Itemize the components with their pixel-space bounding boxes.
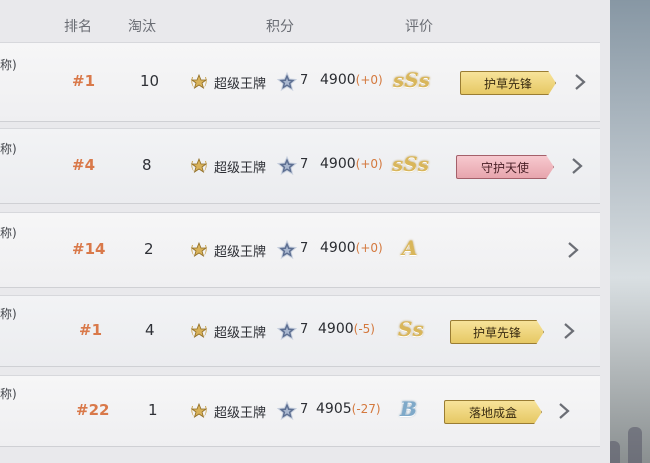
kills-value: 8 [142,156,152,174]
silver-star-icon [276,239,298,261]
title-badge: 守护天使 [456,155,554,179]
gold-laurel-emblem-icon [188,400,210,422]
header-rank: 排名 [64,19,92,35]
score-delta: (-5) [353,322,375,336]
gold-laurel-emblem-icon [188,71,210,93]
grade-rating: A [402,236,418,260]
kills-value: 2 [144,240,154,258]
header-rating: 评价 [405,19,433,35]
score-value: 4900(-5) [318,321,375,337]
result-row[interactable]: 称) #4 8 超级王牌 7 4900(+0) sSs 守护天使 [0,128,600,204]
tier-name: 超级王牌 [214,245,267,260]
grade-rating: sSs [393,68,430,92]
silver-star-icon [276,71,298,93]
score-value: 4905(-27) [316,401,381,417]
kills-value: 10 [140,72,160,90]
title-badge: 落地成盒 [444,400,542,424]
result-row[interactable]: 称) #1 4 超级王牌 7 4900(-5) Ss 护草先锋 [0,295,600,367]
tier-name: 超级王牌 [214,77,267,92]
title-badge: 护草先锋 [460,71,556,95]
score-value: 4900(+0) [320,240,383,256]
player-name-fragment: 称) [0,142,17,156]
rank-value: #4 [72,156,96,174]
grade-rating: B [400,397,417,421]
kills-value: 1 [148,401,158,419]
silver-star-icon [276,400,298,422]
grade-rating: Ss [398,317,424,341]
header-kills: 淘汰 [128,19,156,35]
star-count: 7 [300,322,309,337]
grade-rating: sSs [392,152,429,176]
score-number: 4905 [316,401,352,417]
score-value: 4900(+0) [320,156,383,172]
player-name-fragment: 称) [0,226,17,240]
result-row[interactable]: 称) #1 10 超级王牌 7 4900(+0) sSs 护草先锋 [0,42,600,122]
star-count: 7 [300,402,309,417]
score-delta: (-27) [351,402,381,416]
player-name-fragment: 称) [0,387,17,401]
rank-value: #22 [76,401,110,419]
header-score: 积分 [266,19,294,35]
score-number: 4900 [318,321,354,337]
score-delta: (+0) [355,241,383,255]
score-number: 4900 [320,72,356,88]
star-count: 7 [300,73,309,88]
rank-value: #14 [72,240,106,258]
tier-name: 超级王牌 [214,326,267,341]
result-row[interactable]: 称) #14 2 超级王牌 7 4900(+0) A [0,212,600,288]
chevron-right-icon[interactable] [562,322,576,340]
player-name-fragment: 称) [0,58,17,72]
rank-value: #1 [72,72,96,90]
table-header: 排名 淘汰 积分 评价 [0,10,610,40]
chevron-right-icon[interactable] [573,73,587,91]
result-row[interactable]: 称) #22 1 超级王牌 7 4905(-27) B 落地成盒 [0,375,600,447]
chevron-right-icon[interactable] [557,402,571,420]
silver-star-icon [276,320,298,342]
chevron-right-icon[interactable] [566,241,580,259]
gold-laurel-emblem-icon [188,320,210,342]
star-count: 7 [300,241,309,256]
score-number: 4900 [320,240,356,256]
kills-value: 4 [145,321,155,339]
rank-value: #1 [79,321,103,339]
tier-name: 超级王牌 [214,406,267,421]
tier-name: 超级王牌 [214,161,267,176]
title-badge: 护草先锋 [450,320,544,344]
silver-star-icon [276,155,298,177]
score-delta: (+0) [355,157,383,171]
score-number: 4900 [320,156,356,172]
star-count: 7 [300,157,309,172]
chevron-right-icon[interactable] [570,157,584,175]
gold-laurel-emblem-icon [188,155,210,177]
score-delta: (+0) [355,73,383,87]
gold-laurel-emblem-icon [188,239,210,261]
player-name-fragment: 称) [0,307,17,321]
score-value: 4900(+0) [320,72,383,88]
